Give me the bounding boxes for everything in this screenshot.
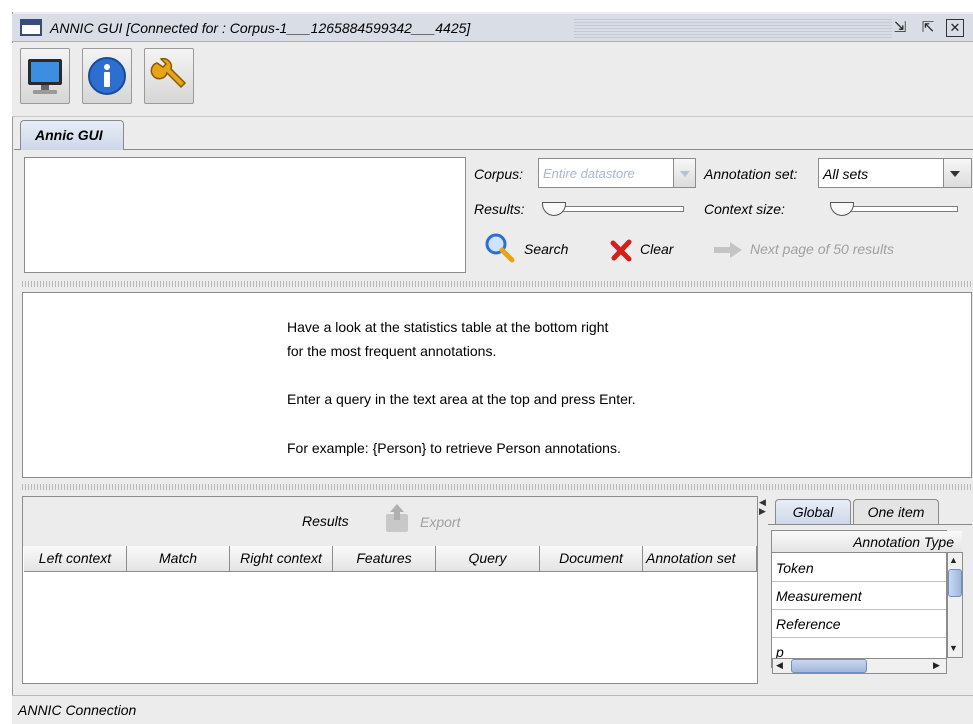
results-label: Results: xyxy=(474,201,525,217)
message-line-3: Enter a query in the text area at the to… xyxy=(287,391,636,407)
clear-button[interactable]: Clear xyxy=(610,234,690,264)
column-features[interactable]: Features xyxy=(333,546,436,572)
annotation-set-select[interactable]: All sets xyxy=(818,158,972,188)
next-page-button[interactable]: Next page of 50 results xyxy=(712,234,942,264)
query-text-area[interactable] xyxy=(24,157,466,273)
status-bar xyxy=(12,695,973,724)
close-icon[interactable]: ✕ xyxy=(946,19,964,37)
chevron-down-icon xyxy=(943,159,971,187)
stats-tab-line xyxy=(768,524,972,525)
horizontal-scroll-thumb[interactable] xyxy=(791,659,867,673)
results-slider-track[interactable] xyxy=(554,206,684,212)
splitter-collapse-icon[interactable]: ◀ ▶ xyxy=(759,498,766,516)
tab-annic-gui[interactable]: Annic GUI xyxy=(20,120,124,150)
stat-row[interactable]: Measurement xyxy=(772,582,946,610)
tab-one-item[interactable]: One item xyxy=(853,499,939,525)
column-right-context[interactable]: Right context xyxy=(230,546,333,572)
export-label: Export xyxy=(420,514,461,530)
window-title: ANNIC GUI [Connected for : Corpus-1___12… xyxy=(50,20,471,36)
tab-strip-line xyxy=(14,149,973,150)
column-left-context[interactable]: Left context xyxy=(24,546,127,572)
annotation-set-label: Annotation set: xyxy=(704,166,798,182)
message-line-4: For example: {Person} to retrieve Person… xyxy=(287,440,621,456)
column-query[interactable]: Query xyxy=(436,546,540,572)
clear-x-icon xyxy=(610,239,632,262)
minimize-icon[interactable]: ⇲ xyxy=(888,17,912,39)
scroll-up-icon[interactable]: ▲ xyxy=(949,555,958,565)
context-size-label: Context size: xyxy=(704,201,785,217)
annotation-set-value: All sets xyxy=(823,166,869,182)
search-button-label: Search xyxy=(524,241,569,257)
tab-global[interactable]: Global xyxy=(775,499,851,525)
search-button[interactable]: Search xyxy=(484,232,584,264)
results-title: Results xyxy=(302,513,349,529)
scroll-left-icon[interactable]: ◀ xyxy=(776,660,783,671)
monitor-button[interactable] xyxy=(20,48,70,104)
clear-button-label: Clear xyxy=(640,241,674,257)
message-line-1: Have a look at the statistics table at t… xyxy=(287,319,609,335)
scroll-right-icon[interactable]: ▶ xyxy=(933,660,940,671)
stat-row[interactable]: Token xyxy=(772,554,946,582)
splitter-bottom[interactable] xyxy=(22,484,972,490)
message-line-2: for the most frequent annotations. xyxy=(287,343,497,359)
chevron-down-icon xyxy=(673,159,695,187)
about-button[interactable] xyxy=(82,48,132,104)
wrench-icon xyxy=(150,57,187,89)
splitter-top[interactable] xyxy=(22,281,972,287)
column-annotation-set[interactable]: Annotation set xyxy=(643,546,757,572)
column-match[interactable]: Match xyxy=(127,546,230,572)
horizontal-scrollbar[interactable]: ◀ ▶ xyxy=(772,658,947,674)
monitor-icon xyxy=(28,59,62,94)
info-icon xyxy=(88,57,126,95)
export-icon xyxy=(386,504,408,532)
maximize-icon[interactable]: ⇱ xyxy=(916,17,940,39)
column-document[interactable]: Document xyxy=(540,546,643,572)
window-icon xyxy=(20,19,42,36)
scroll-down-icon[interactable]: ▼ xyxy=(949,643,958,653)
corpus-label: Corpus: xyxy=(474,166,524,182)
corpus-select-value: Entire datastore xyxy=(543,166,635,181)
vertical-scrollbar[interactable]: ▲ ▼ xyxy=(947,552,963,658)
context-size-slider-track[interactable] xyxy=(842,206,958,212)
status-text: ANNIC Connection xyxy=(18,702,137,718)
options-button[interactable] xyxy=(144,48,194,104)
vertical-scroll-thumb[interactable] xyxy=(948,569,962,597)
next-page-label: Next page of 50 results xyxy=(750,241,894,257)
corpus-select[interactable]: Entire datastore xyxy=(538,158,696,188)
annotation-type-header[interactable]: Annotation Type xyxy=(772,531,962,553)
export-button[interactable]: Export xyxy=(382,502,482,538)
arrow-right-icon xyxy=(714,242,742,258)
stat-row[interactable]: Reference xyxy=(772,610,946,638)
title-bar-stripes xyxy=(574,18,892,38)
search-icon xyxy=(485,233,515,263)
stat-row[interactable]: p xyxy=(772,638,946,658)
